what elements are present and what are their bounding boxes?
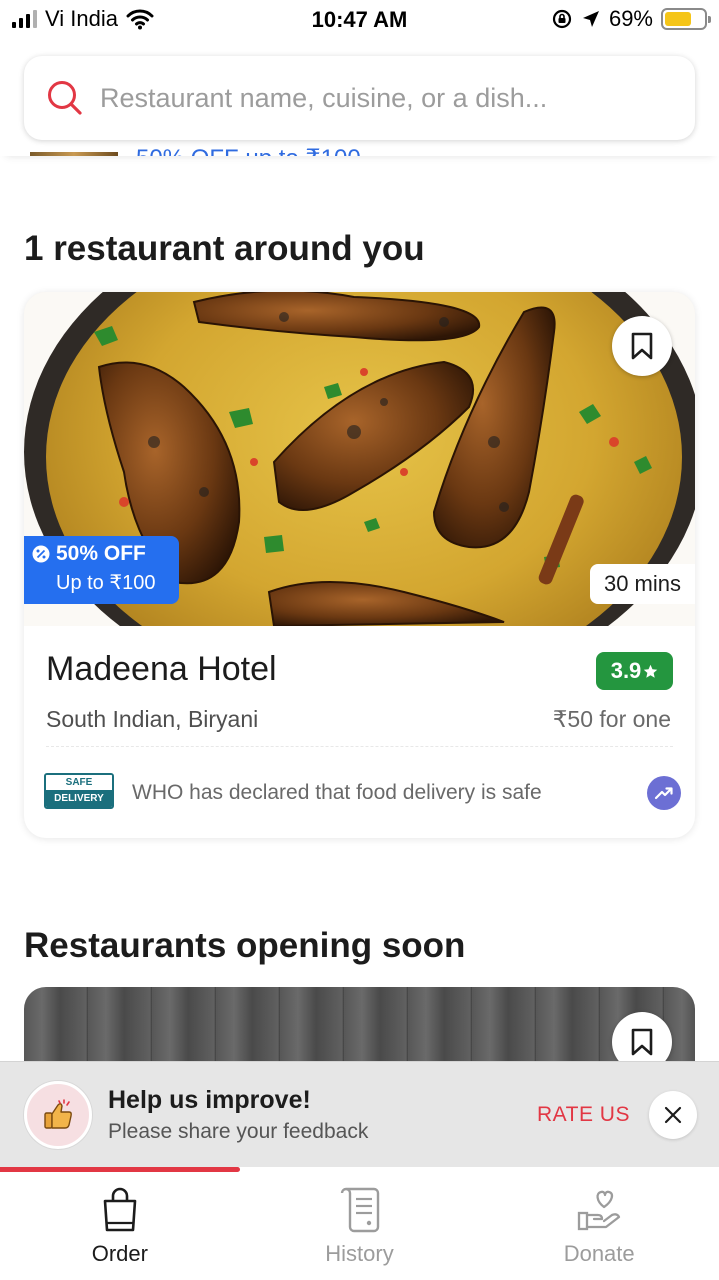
section-title-nearby: 1 restaurant around you	[24, 229, 425, 268]
location-arrow-icon	[582, 11, 599, 27]
nav-order[interactable]: Order	[0, 1167, 240, 1280]
close-icon	[664, 1106, 682, 1124]
restaurant-name[interactable]: Madeena Hotel	[46, 650, 277, 689]
offer-peek-text: 50% OFF up to ₹100	[136, 144, 361, 156]
rotation-lock-icon	[552, 9, 572, 29]
rate-us-button[interactable]: RATE US	[537, 1103, 630, 1127]
feedback-subtitle: Please share your feedback	[108, 1120, 369, 1143]
status-bar: Vi India 10:47 AM 69%	[0, 0, 719, 40]
receipt-icon	[340, 1187, 379, 1233]
discount-icon	[32, 545, 50, 563]
bookmark-icon	[631, 1028, 653, 1056]
nav-donate[interactable]: Donate	[479, 1167, 719, 1280]
battery-icon	[661, 8, 711, 30]
search-header: 50% OFF up to ₹100	[0, 40, 719, 156]
feedback-avatar	[24, 1081, 92, 1149]
battery-percent: 69%	[608, 6, 653, 31]
offer-peek: 50% OFF up to ₹100	[30, 144, 361, 156]
delivery-time: 30 mins	[589, 564, 695, 604]
offer-peek-image	[30, 151, 118, 156]
search-input[interactable]	[100, 82, 660, 114]
nav-history[interactable]: History	[240, 1167, 480, 1280]
rating-value: 3.9	[610, 658, 642, 683]
section-title-opening-soon: Restaurants opening soon	[24, 926, 466, 965]
price-text: ₹50 for one	[552, 706, 671, 732]
nav-donate-label: Donate	[563, 1241, 635, 1266]
restaurant-photo: 50% OFF Up to ₹100 30 mins	[24, 292, 695, 626]
bottom-nav: Order History Donate	[0, 1167, 719, 1280]
rating-badge: 3.9	[596, 652, 673, 690]
nav-order-label: Order	[91, 1241, 148, 1266]
search-icon	[48, 81, 82, 115]
card-divider	[46, 746, 673, 747]
star-icon	[644, 664, 658, 678]
bookmark-icon	[631, 332, 653, 360]
nav-history-label: History	[325, 1241, 394, 1266]
offer-subtitle: Up to ₹100	[56, 572, 156, 594]
status-right: 69%	[551, 6, 711, 32]
cuisine-text: South Indian, Biryani	[46, 706, 259, 732]
trending-button[interactable]	[647, 776, 681, 810]
feedback-title: Help us improve!	[108, 1086, 311, 1114]
safe-badge-top: SAFE	[46, 775, 112, 790]
close-feedback-button[interactable]	[649, 1091, 697, 1139]
trending-up-icon	[654, 787, 673, 800]
safe-delivery-badge: SAFE DELIVERY	[44, 773, 114, 809]
restaurant-card[interactable]: 50% OFF Up to ₹100 30 mins Madeena Hotel…	[24, 292, 695, 838]
active-tab-indicator	[0, 1167, 240, 1172]
bookmark-button[interactable]	[612, 316, 672, 376]
safety-note: WHO has declared that food delivery is s…	[132, 781, 542, 804]
feedback-banner: Help us improve! Please share your feedb…	[0, 1061, 719, 1167]
search-bar[interactable]	[24, 56, 695, 140]
offer-badge: 50% OFF Up to ₹100	[24, 536, 179, 604]
heart-hand-icon	[578, 1190, 621, 1231]
thumbs-up-icon	[44, 1099, 72, 1129]
shopping-bag-icon	[103, 1187, 137, 1232]
safe-badge-bottom: DELIVERY	[46, 790, 112, 807]
offer-title: 50% OFF	[56, 542, 146, 565]
